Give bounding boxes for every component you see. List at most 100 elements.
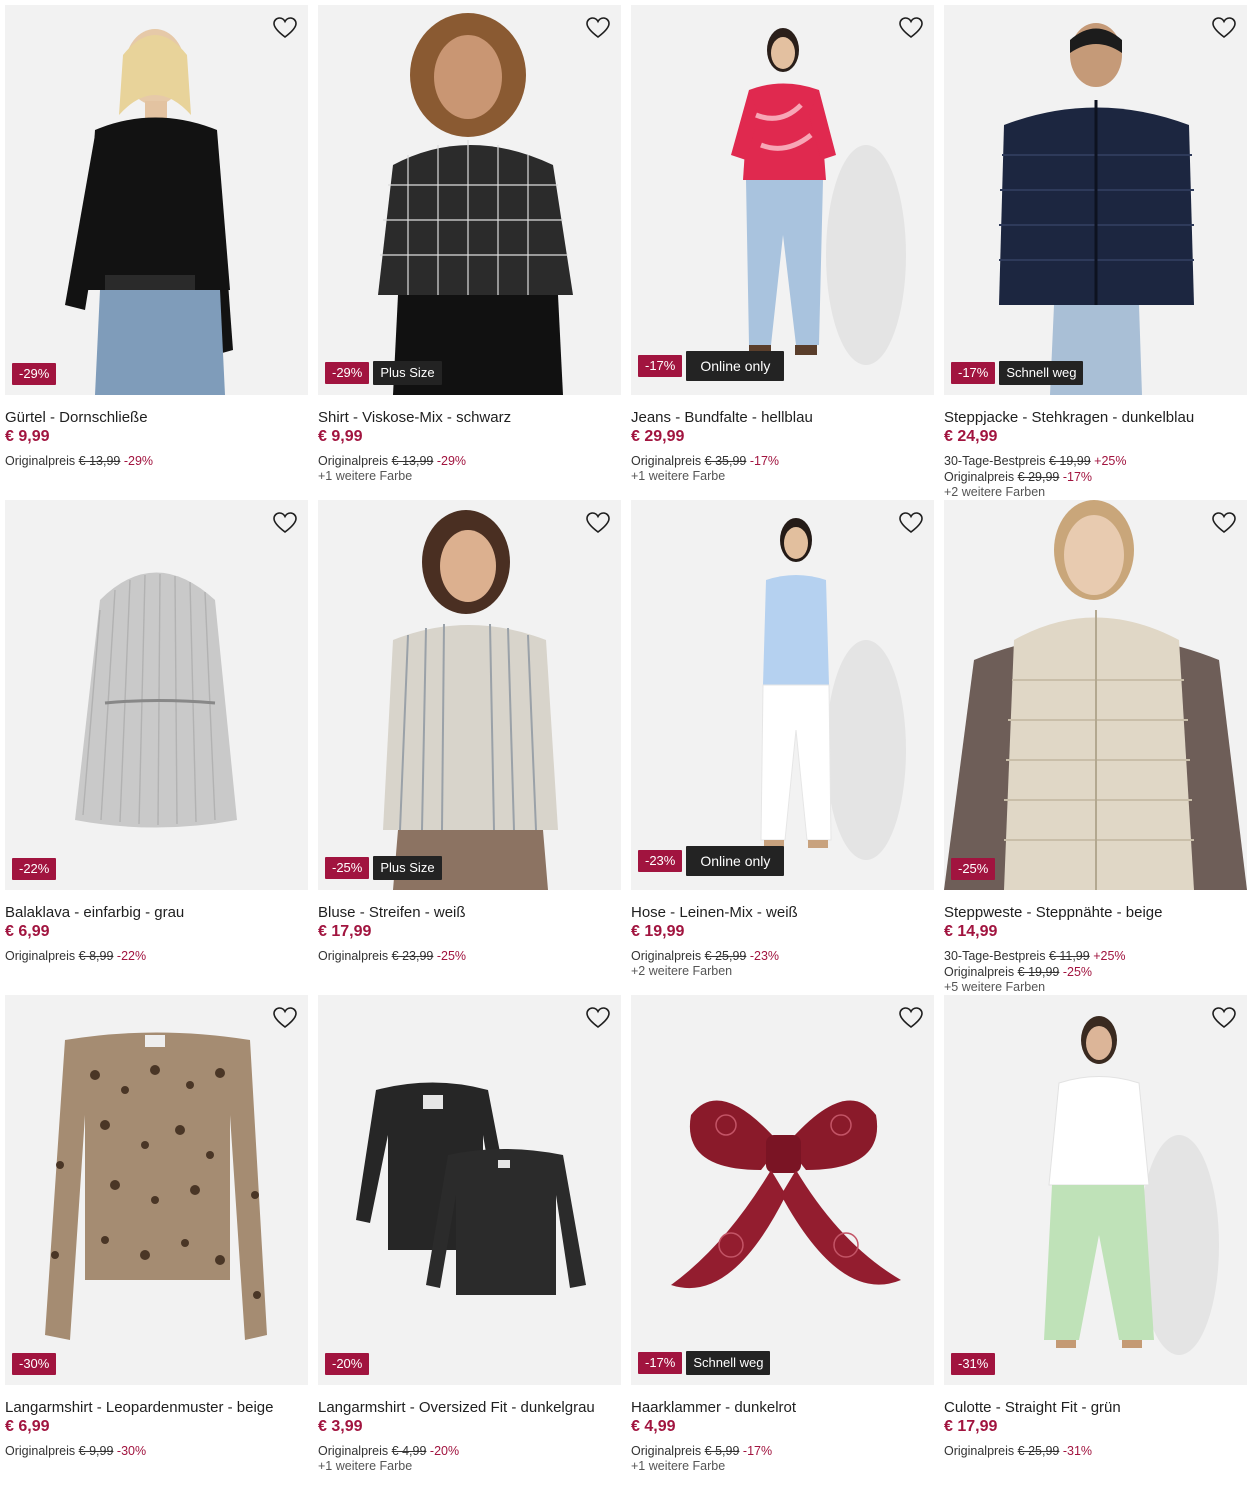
product-photo <box>631 5 934 395</box>
schnell-weg-badge: Schnell weg <box>686 1351 771 1375</box>
product-price: € 9,99 <box>5 428 50 445</box>
wishlist-heart-icon[interactable] <box>583 508 613 538</box>
product-title[interactable]: Langarmshirt - Leopardenmuster - beige <box>5 1398 308 1418</box>
product-photo <box>944 995 1247 1385</box>
plus-size-badge: Plus Size <box>373 856 442 880</box>
product-image[interactable]: -17% Online only <box>631 5 934 395</box>
product-title[interactable]: Shirt - Viskose-Mix - schwarz <box>318 408 621 428</box>
product-image[interactable]: -17% Schnell weg <box>944 5 1247 395</box>
original-price-line: Originalpreis € 13,99 -29% <box>318 454 467 468</box>
discount-badge: -22% <box>12 858 57 880</box>
product-image[interactable]: -23% Online only <box>631 500 934 890</box>
product-card[interactable]: -29% Plus Size Shirt - Viskose-Mix - sch… <box>318 5 621 500</box>
product-title[interactable]: Gürtel - Dornschließe <box>5 408 308 428</box>
more-colors[interactable]: +1 weitere Farbe <box>318 1459 621 1474</box>
product-price: € 17,99 <box>318 923 372 940</box>
product-title[interactable]: Balaklava - einfarbig - grau <box>5 903 308 923</box>
product-image[interactable]: -22% <box>5 500 308 890</box>
product-card[interactable]: -31% Culotte - Straight Fit - grün € 17,… <box>944 995 1247 1490</box>
online-only-badge: Online only <box>686 351 785 381</box>
original-price-line: Originalpreis € 29,99 -17% <box>944 470 1093 484</box>
original-price-line: Originalpreis € 35,99 -17% <box>631 454 780 468</box>
original-price-line: Originalpreis € 4,99 -20% <box>318 1444 460 1458</box>
more-colors[interactable]: +2 weitere Farben <box>944 485 1247 500</box>
product-price: € 9,99 <box>318 428 363 445</box>
original-price-line: Originalpreis € 25,99 -31% <box>944 1444 1093 1458</box>
discount-badge: -17% <box>638 355 683 377</box>
product-title[interactable]: Hose - Leinen-Mix - weiß <box>631 903 934 923</box>
discount-badge: -29% <box>325 362 370 384</box>
discount-badge: -25% <box>951 858 996 880</box>
product-image[interactable]: -31% <box>944 995 1247 1385</box>
more-colors[interactable]: +2 weitere Farben <box>631 964 934 979</box>
original-price-line: Originalpreis € 8,99 -22% <box>5 949 147 963</box>
product-photo <box>944 500 1247 890</box>
wishlist-heart-icon[interactable] <box>896 13 926 43</box>
product-photo <box>5 500 308 890</box>
product-card[interactable]: -30% Langarmshirt - Leopardenmuster - be… <box>5 995 308 1490</box>
product-card[interactable]: -23% Online only Hose - Leinen-Mix - wei… <box>631 500 934 995</box>
product-card[interactable]: -17% Online only Jeans - Bundfalte - hel… <box>631 5 934 500</box>
product-image[interactable]: -30% <box>5 995 308 1385</box>
wishlist-heart-icon[interactable] <box>270 508 300 538</box>
discount-badge: -20% <box>325 1353 370 1375</box>
product-image[interactable]: -17% Schnell weg <box>631 995 934 1385</box>
wishlist-heart-icon[interactable] <box>270 13 300 43</box>
product-title[interactable]: Steppjacke - Stehkragen - dunkelblau <box>944 408 1247 428</box>
product-card[interactable]: -22% Balaklava - einfarbig - grau € 6,99… <box>5 500 308 995</box>
product-image[interactable]: -25% <box>944 500 1247 890</box>
product-photo <box>5 995 308 1385</box>
discount-badge: -25% <box>325 857 370 879</box>
product-image[interactable]: -29% Plus Size <box>318 5 621 395</box>
original-price-line: Originalpreis € 25,99 -23% <box>631 949 780 963</box>
product-photo <box>318 500 621 890</box>
product-card[interactable]: -20% Langarmshirt - Oversized Fit - dunk… <box>318 995 621 1490</box>
wishlist-heart-icon[interactable] <box>1209 508 1239 538</box>
product-price: € 14,99 <box>944 923 998 940</box>
wishlist-heart-icon[interactable] <box>583 13 613 43</box>
wishlist-heart-icon[interactable] <box>896 1003 926 1033</box>
product-photo <box>944 5 1247 395</box>
product-photo <box>318 995 621 1385</box>
product-card[interactable]: -25% Steppweste - Steppnähte - beige € 1… <box>944 500 1247 995</box>
product-price: € 6,99 <box>5 1418 50 1435</box>
product-price: € 24,99 <box>944 428 998 445</box>
original-price-line: Originalpreis € 19,99 -25% <box>944 965 1093 979</box>
product-price: € 4,99 <box>631 1418 676 1435</box>
product-photo <box>631 500 934 890</box>
product-title[interactable]: Langarmshirt - Oversized Fit - dunkelgra… <box>318 1398 621 1418</box>
more-colors[interactable]: +1 weitere Farbe <box>631 1459 934 1474</box>
discount-badge: -17% <box>951 362 996 384</box>
product-title[interactable]: Steppweste - Steppnähte - beige <box>944 903 1247 923</box>
wishlist-heart-icon[interactable] <box>1209 13 1239 43</box>
more-colors[interactable]: +5 weitere Farben <box>944 980 1247 995</box>
wishlist-heart-icon[interactable] <box>1209 1003 1239 1033</box>
product-title[interactable]: Bluse - Streifen - weiß <box>318 903 621 923</box>
schnell-weg-badge: Schnell weg <box>999 361 1084 385</box>
product-title[interactable]: Haarklammer - dunkelrot <box>631 1398 934 1418</box>
product-card[interactable]: -25% Plus Size Bluse - Streifen - weiß €… <box>318 500 621 995</box>
product-card[interactable]: -29% Gürtel - Dornschließe € 9,99 Origin… <box>5 5 308 500</box>
product-card[interactable]: -17% Schnell weg Haarklammer - dunkelrot… <box>631 995 934 1490</box>
product-image[interactable]: -25% Plus Size <box>318 500 621 890</box>
plus-size-badge: Plus Size <box>373 361 442 385</box>
product-price: € 19,99 <box>631 923 685 940</box>
product-image[interactable]: -29% <box>5 5 308 395</box>
best-price-line: 30-Tage-Bestpreis € 11,99 +25% <box>944 949 1126 963</box>
product-image[interactable]: -20% <box>318 995 621 1385</box>
product-photo <box>631 995 934 1385</box>
product-title[interactable]: Jeans - Bundfalte - hellblau <box>631 408 934 428</box>
product-photo <box>5 5 308 395</box>
product-card[interactable]: -17% Schnell weg Steppjacke - Stehkragen… <box>944 5 1247 500</box>
more-colors[interactable]: +1 weitere Farbe <box>631 469 934 484</box>
original-price-line: Originalpreis € 23,99 -25% <box>318 949 467 963</box>
discount-badge: -31% <box>951 1353 996 1375</box>
wishlist-heart-icon[interactable] <box>896 508 926 538</box>
original-price-line: Originalpreis € 13,99 -29% <box>5 454 154 468</box>
product-title[interactable]: Culotte - Straight Fit - grün <box>944 1398 1247 1418</box>
discount-badge: -29% <box>12 363 57 385</box>
wishlist-heart-icon[interactable] <box>270 1003 300 1033</box>
wishlist-heart-icon[interactable] <box>583 1003 613 1033</box>
discount-badge: -30% <box>12 1353 57 1375</box>
more-colors[interactable]: +1 weitere Farbe <box>318 469 621 484</box>
